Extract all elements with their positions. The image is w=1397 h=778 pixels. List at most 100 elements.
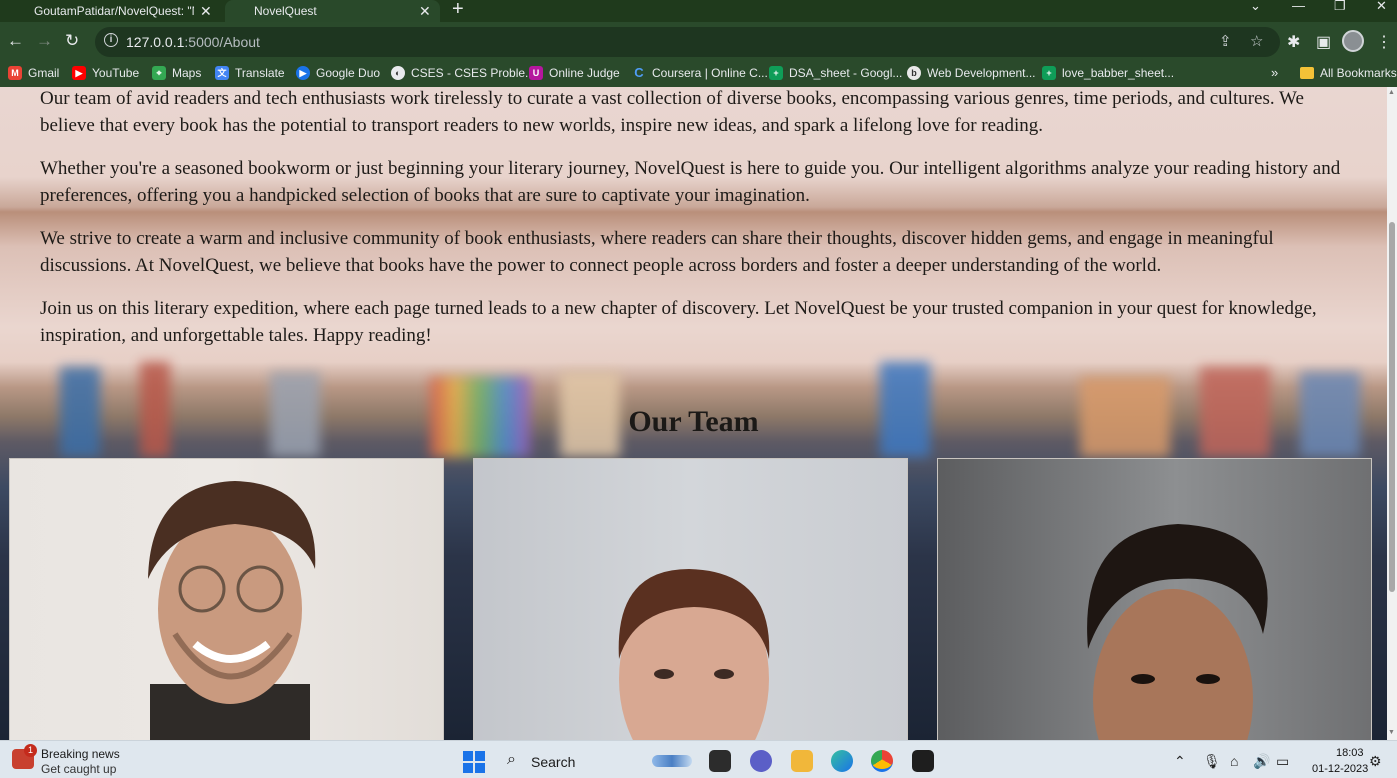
youtube-icon: ▶ [72,66,86,80]
bookmark-coursera[interactable]: C Coursera | Online C... [632,65,768,81]
bookmark-cses[interactable]: ◐ CSES - CSES Proble... [391,66,535,80]
sheets-icon: + [1042,66,1056,80]
tab-search-icon[interactable]: ⌄ [1250,0,1261,14]
battery-icon[interactable]: ▭ [1276,753,1289,770]
tab-title: GoutamPatidar/NovelQuest: "N [34,4,194,18]
bookmark-gmail[interactable]: M Gmail [8,66,59,80]
tab-novelquest[interactable]: NovelQuest ✕ [225,0,440,22]
clock-date[interactable]: 01-12-2023 [1312,763,1368,775]
all-bookmarks-button[interactable]: All Bookmarks [1300,66,1397,80]
news-badge: 1 [24,744,37,757]
bookmark-label: Web Development... [927,66,1036,80]
bookmark-youtube[interactable]: ▶ YouTube [72,66,139,80]
page-scrollbar[interactable]: ▲ ▼ [1387,87,1397,740]
bookmark-label: Translate [235,66,285,80]
address-bar[interactable]: i 127.0.0.1:5000/About ⇪ ☆ [95,27,1280,57]
translate-icon: 文 [215,66,229,80]
bookmark-star-icon[interactable]: ☆ [1250,32,1263,50]
avatar[interactable] [1342,30,1364,52]
forward-icon: → [36,31,53,50]
about-paragraph: Our team of avid readers and tech enthus… [40,88,1304,136]
windows-logo-icon [475,751,485,761]
team-member-card [9,458,444,740]
duo-icon: ▶ [296,66,310,80]
windows-logo-icon [475,763,485,773]
about-text: Our team of avid readers and tech enthus… [40,87,1360,365]
gmail-icon: M [8,66,22,80]
tab-github[interactable]: GoutamPatidar/NovelQuest: "N ✕ [0,0,225,22]
bookmark-web-development[interactable]: b Web Development... [907,66,1036,80]
bookmark-label: Gmail [28,66,60,80]
microphone-icon[interactable]: 🎙 [1203,753,1221,770]
close-icon[interactable]: ✕ [200,3,212,20]
reload-icon[interactable]: ↻ [65,31,79,51]
all-bookmarks-label: All Bookmarks [1320,66,1397,80]
network-icon[interactable]: ⌂ [1230,753,1238,769]
about-paragraph: We strive to create a warm and inclusive… [40,228,1274,276]
bookmark-love-babber-sheet[interactable]: + love_babber_sheet... [1042,66,1174,80]
search-label: Search [531,754,576,770]
start-button[interactable] [463,751,485,773]
minimize-icon[interactable]: — [1292,0,1305,13]
folder-icon [1300,67,1314,79]
team-member-photo [148,481,316,740]
chat-icon[interactable] [750,750,772,772]
bookmark-label: Coursera | Online C... [652,66,768,80]
chevron-up-icon[interactable]: ⌃ [1174,753,1186,770]
clock-time[interactable]: 18:03 [1336,747,1364,759]
url-path: :5000/About [184,34,260,50]
bookmark-translate[interactable]: 文 Translate [215,66,285,80]
cses-icon: ◐ [391,66,405,80]
notification-icon[interactable]: ⚙ [1369,753,1382,770]
bookmark-maps[interactable]: ⌖ Maps [152,66,201,80]
windows-logo-icon [463,751,473,761]
bookmark-google-duo[interactable]: ▶ Google Duo [296,66,380,80]
url-text: 127.0.0.1:5000/About [126,34,260,50]
coursera-icon: C [634,65,644,80]
browser-toolbar: ← → ↻ i 127.0.0.1:5000/About ⇪ ☆ ✱ ▣ ⋮ [0,22,1397,62]
task-view-icon[interactable] [709,750,731,772]
volume-icon[interactable]: 🔊 [1253,753,1270,770]
bookmark-dsa-sheet[interactable]: + DSA_sheet - Googl... [769,66,902,80]
scroll-up-icon[interactable]: ▲ [1388,89,1395,96]
news-title[interactable]: Breaking news [41,747,120,761]
window-close-icon[interactable]: ✕ [1376,0,1387,14]
webdev-icon: b [907,66,921,80]
more-bookmarks-icon[interactable]: » [1271,65,1278,80]
share-icon[interactable]: ⇪ [1219,32,1232,50]
tab-title: NovelQuest [254,4,317,18]
news-subtitle: Get caught up [41,762,117,776]
side-panel-icon[interactable]: ▣ [1316,32,1331,52]
site-info-icon[interactable]: i [104,33,118,47]
chrome-icon[interactable] [871,750,893,772]
scroll-thumb[interactable] [1389,222,1395,592]
bookmark-label: CSES - CSES Proble... [411,66,536,80]
bookmarks-bar: M Gmail ▶ YouTube ⌖ Maps 文 Translate ▶ Google… [0,62,1397,87]
team-member-card [473,458,908,740]
back-icon[interactable]: ← [7,31,24,51]
new-tab-button[interactable]: + [452,0,464,21]
menu-icon[interactable]: ⋮ [1376,32,1392,52]
windows-logo-icon [463,763,473,773]
extensions-icon[interactable]: ✱ [1287,32,1300,52]
bookmark-online-judge[interactable]: U Online Judge [529,66,620,80]
restore-icon[interactable]: ❐ [1334,0,1346,14]
team-member-card [937,458,1372,740]
maps-icon: ⌖ [152,66,166,80]
uva-icon: U [529,66,543,80]
page-viewport: Our team of avid readers and tech enthus… [0,87,1387,740]
scroll-down-icon[interactable]: ▼ [1388,729,1395,736]
url-host: 127.0.0.1 [126,34,185,50]
windows-taskbar: 1 Breaking news Get caught up ⌕ Search ⌃… [0,740,1397,778]
terminal-icon[interactable] [912,750,934,772]
edge-icon[interactable] [831,750,853,772]
bookmark-label: Maps [172,66,202,80]
bookmark-label: love_babber_sheet... [1062,66,1175,80]
bookmark-label: Google Duo [316,66,381,80]
team-member-photo [618,569,770,740]
search-highlight-icon [652,755,692,767]
file-explorer-icon[interactable] [791,750,813,772]
tab-strip: GoutamPatidar/NovelQuest: "N ✕ NovelQues… [0,0,1397,22]
close-icon[interactable]: ✕ [419,3,431,20]
taskbar-search[interactable]: ⌕ Search [497,747,699,775]
